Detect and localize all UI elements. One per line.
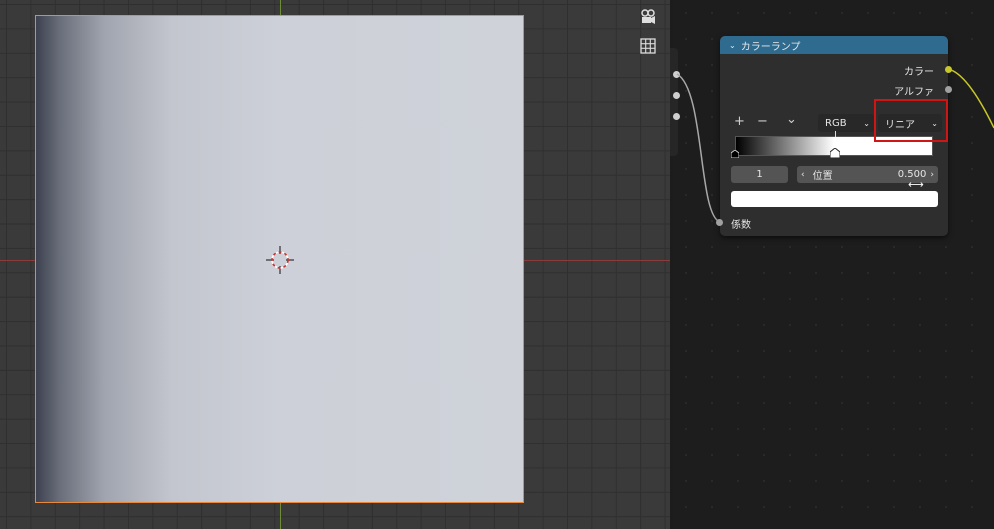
annotation-highlight-box (874, 99, 948, 142)
node-title: カラーランプ (740, 41, 801, 53)
color-mode-dropdown[interactable]: RGB ⌄ (818, 114, 874, 132)
increment-arrow-icon[interactable]: › (930, 170, 934, 180)
stop-index-value: 1 (756, 169, 763, 180)
output-color-socket[interactable] (945, 66, 952, 73)
color-stop-white-selected[interactable] (830, 148, 840, 158)
output-color-label: カラー (904, 67, 934, 78)
stop-color-swatch[interactable] (731, 191, 938, 207)
color-stop-black[interactable] (731, 150, 739, 158)
node-header[interactable]: ⌄ カラーランプ (720, 36, 948, 54)
input-factor-socket[interactable] (716, 219, 723, 226)
decrement-arrow-icon[interactable]: ‹ (801, 170, 805, 180)
color-mode-value: RGB (825, 117, 847, 129)
add-stop-button[interactable]: + (734, 114, 745, 129)
output-alpha-label: アルファ (894, 87, 934, 98)
stop-index-field[interactable]: 1 (731, 166, 788, 183)
output-alpha-socket[interactable] (945, 86, 952, 93)
active-stop-marker (835, 131, 836, 137)
ramp-menu-button[interactable]: ⌄ (786, 112, 797, 127)
collapse-chevron-icon[interactable]: ⌄ (729, 41, 736, 50)
remove-stop-button[interactable]: − (757, 114, 768, 129)
input-factor-label: 係数 (731, 220, 751, 231)
resize-cursor-icon: ⟷ (908, 178, 924, 191)
position-label: 位置 (812, 171, 833, 182)
chevron-down-icon: ⌄ (863, 118, 870, 128)
